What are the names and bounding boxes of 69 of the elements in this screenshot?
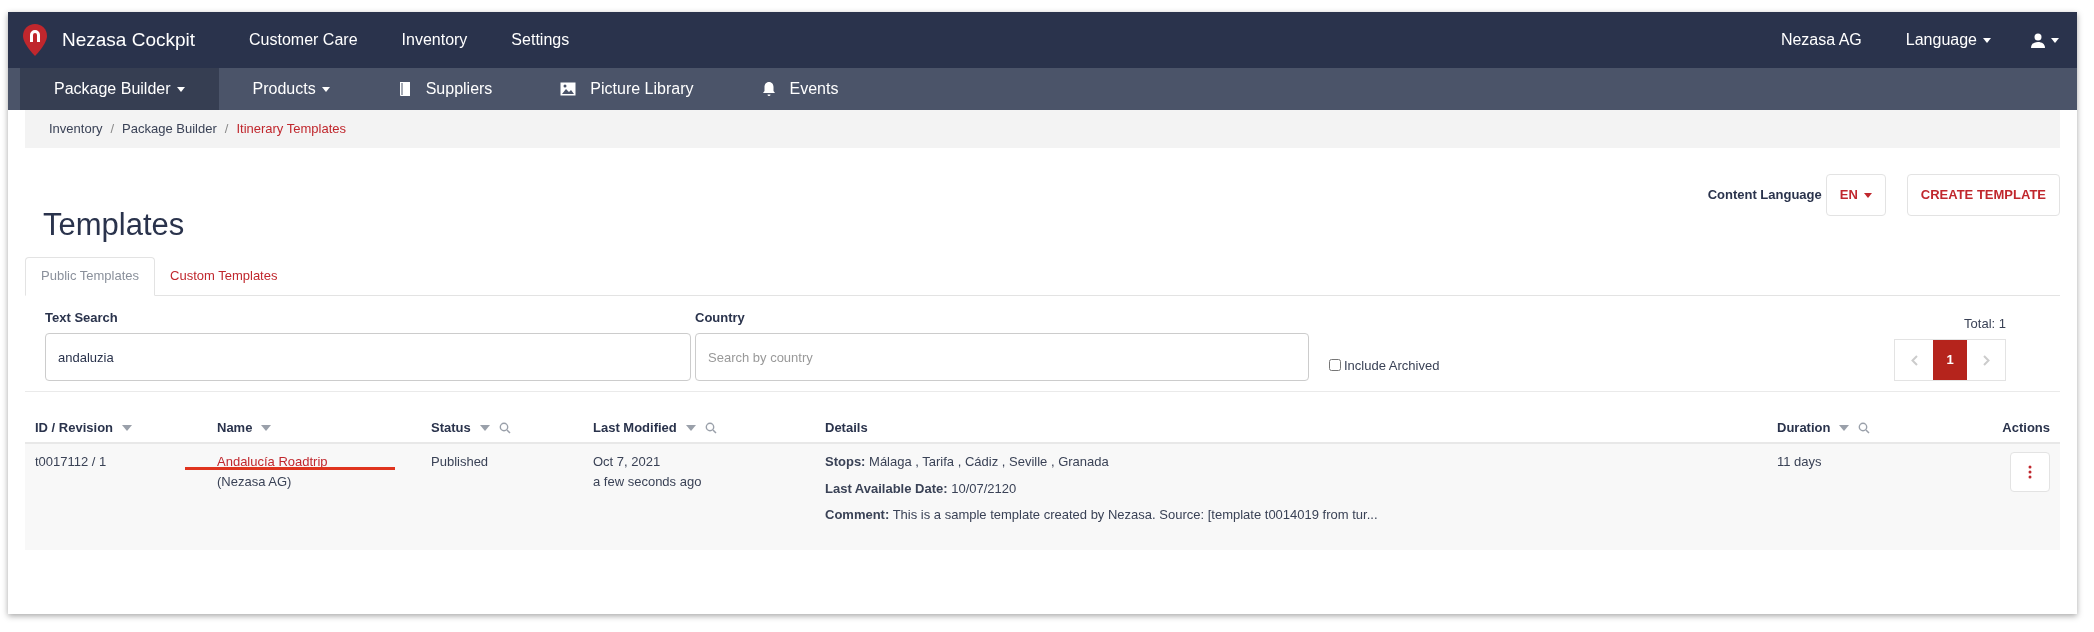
breadcrumb-separator: / xyxy=(224,120,229,139)
picture-icon xyxy=(560,82,577,96)
sort-icon[interactable] xyxy=(1838,424,1851,432)
subnav-item[interactable]: Picture Library xyxy=(526,68,728,110)
subnav-item[interactable]: Package Builder xyxy=(20,68,219,110)
sort-icon[interactable] xyxy=(260,424,273,432)
caret-icon xyxy=(321,87,330,93)
modified-date: Oct 7, 2021 xyxy=(593,453,661,471)
table-cell: 11 days xyxy=(1777,454,1822,469)
column-header[interactable]: Actions xyxy=(2002,418,2050,438)
language-button[interactable]: EN xyxy=(1825,174,1886,216)
more-icon xyxy=(2028,465,2032,479)
breadcrumb-separator: / xyxy=(110,120,115,139)
subnav-item[interactable]: Events xyxy=(727,68,873,110)
include-archived-checkbox[interactable] xyxy=(1329,359,1341,372)
search-icon[interactable] xyxy=(1858,422,1871,434)
chevron-right-icon xyxy=(1982,354,1990,366)
subnav-item[interactable]: Suppliers xyxy=(363,68,527,110)
user-menu[interactable] xyxy=(2031,32,2059,48)
tab[interactable]: Custom Templates xyxy=(155,256,293,295)
organization-link[interactable]: Nezasa AG xyxy=(1780,28,1862,52)
nav-link[interactable]: Inventory xyxy=(401,28,468,52)
detail-line: Last Available Date: 10/07/2120 xyxy=(825,479,1017,498)
subnav-item[interactable]: Products xyxy=(218,68,364,110)
search-icon[interactable] xyxy=(498,422,511,434)
modified-relative: a few seconds ago xyxy=(593,472,702,491)
book-icon xyxy=(397,81,412,97)
owner-text: (Nezasa AG) xyxy=(217,472,292,491)
bell-icon xyxy=(761,81,776,97)
caret-icon xyxy=(2051,37,2059,43)
template-name-link[interactable]: Andalucía Roadtrip xyxy=(217,452,328,472)
column-header[interactable]: Details xyxy=(825,418,868,438)
column-header[interactable]: Name xyxy=(217,418,273,438)
brand-name[interactable]: Nezasa Cockpit xyxy=(62,25,196,55)
breadcrumb-link[interactable]: Itinerary Templates xyxy=(236,119,346,139)
detail-line: Comment: This is a sample template created by Nezasa. Source: [template t0014019 from tur... xyxy=(825,506,1378,524)
nav-link[interactable]: Settings xyxy=(511,28,570,52)
language-menu[interactable]: Language xyxy=(1905,28,1991,52)
user-icon xyxy=(2031,32,2045,48)
total-count: Total: 1 xyxy=(1964,314,2006,333)
logo-icon[interactable] xyxy=(22,23,48,57)
breadcrumb-link[interactable]: Package Builder xyxy=(122,119,217,139)
table-cell: Published xyxy=(431,454,489,469)
table-cell: t0017112 / 1 xyxy=(35,454,107,469)
nav-link[interactable]: Customer Care xyxy=(249,28,358,52)
page-title: Templates xyxy=(43,206,185,244)
actions-button[interactable] xyxy=(2010,452,2050,492)
text-search-field[interactable]: andaluzia xyxy=(45,333,691,381)
column-header[interactable]: ID / Revision xyxy=(35,418,134,438)
sort-icon[interactable] xyxy=(121,424,134,432)
sort-icon[interactable] xyxy=(684,424,697,432)
include-archived-label: Include Archived xyxy=(1344,356,1440,375)
chevron-left-icon xyxy=(1910,354,1918,366)
page-button[interactable]: 1 xyxy=(1933,340,1967,380)
column-header[interactable]: Last Modified xyxy=(593,418,717,438)
search-icon[interactable] xyxy=(704,422,717,434)
column-header[interactable]: Status xyxy=(431,418,511,438)
create-template-button[interactable]: CREATE TEMPLATE xyxy=(1906,174,2060,216)
caret-icon xyxy=(176,87,185,93)
breadcrumb-link[interactable]: Inventory xyxy=(49,119,103,139)
caret-icon xyxy=(1983,38,1991,44)
column-header[interactable]: Duration xyxy=(1777,418,1871,438)
field-label: Text Search xyxy=(45,308,119,327)
caret-icon xyxy=(1863,193,1872,199)
detail-line: Stops: Málaga , Tarifa , Cádiz , Seville , Granada xyxy=(825,453,1109,471)
content-language-label: Content Language xyxy=(1707,186,1822,205)
country-field[interactable]: Search by country xyxy=(695,333,1309,381)
sort-icon[interactable] xyxy=(478,424,491,432)
field-label: Country xyxy=(695,308,746,327)
